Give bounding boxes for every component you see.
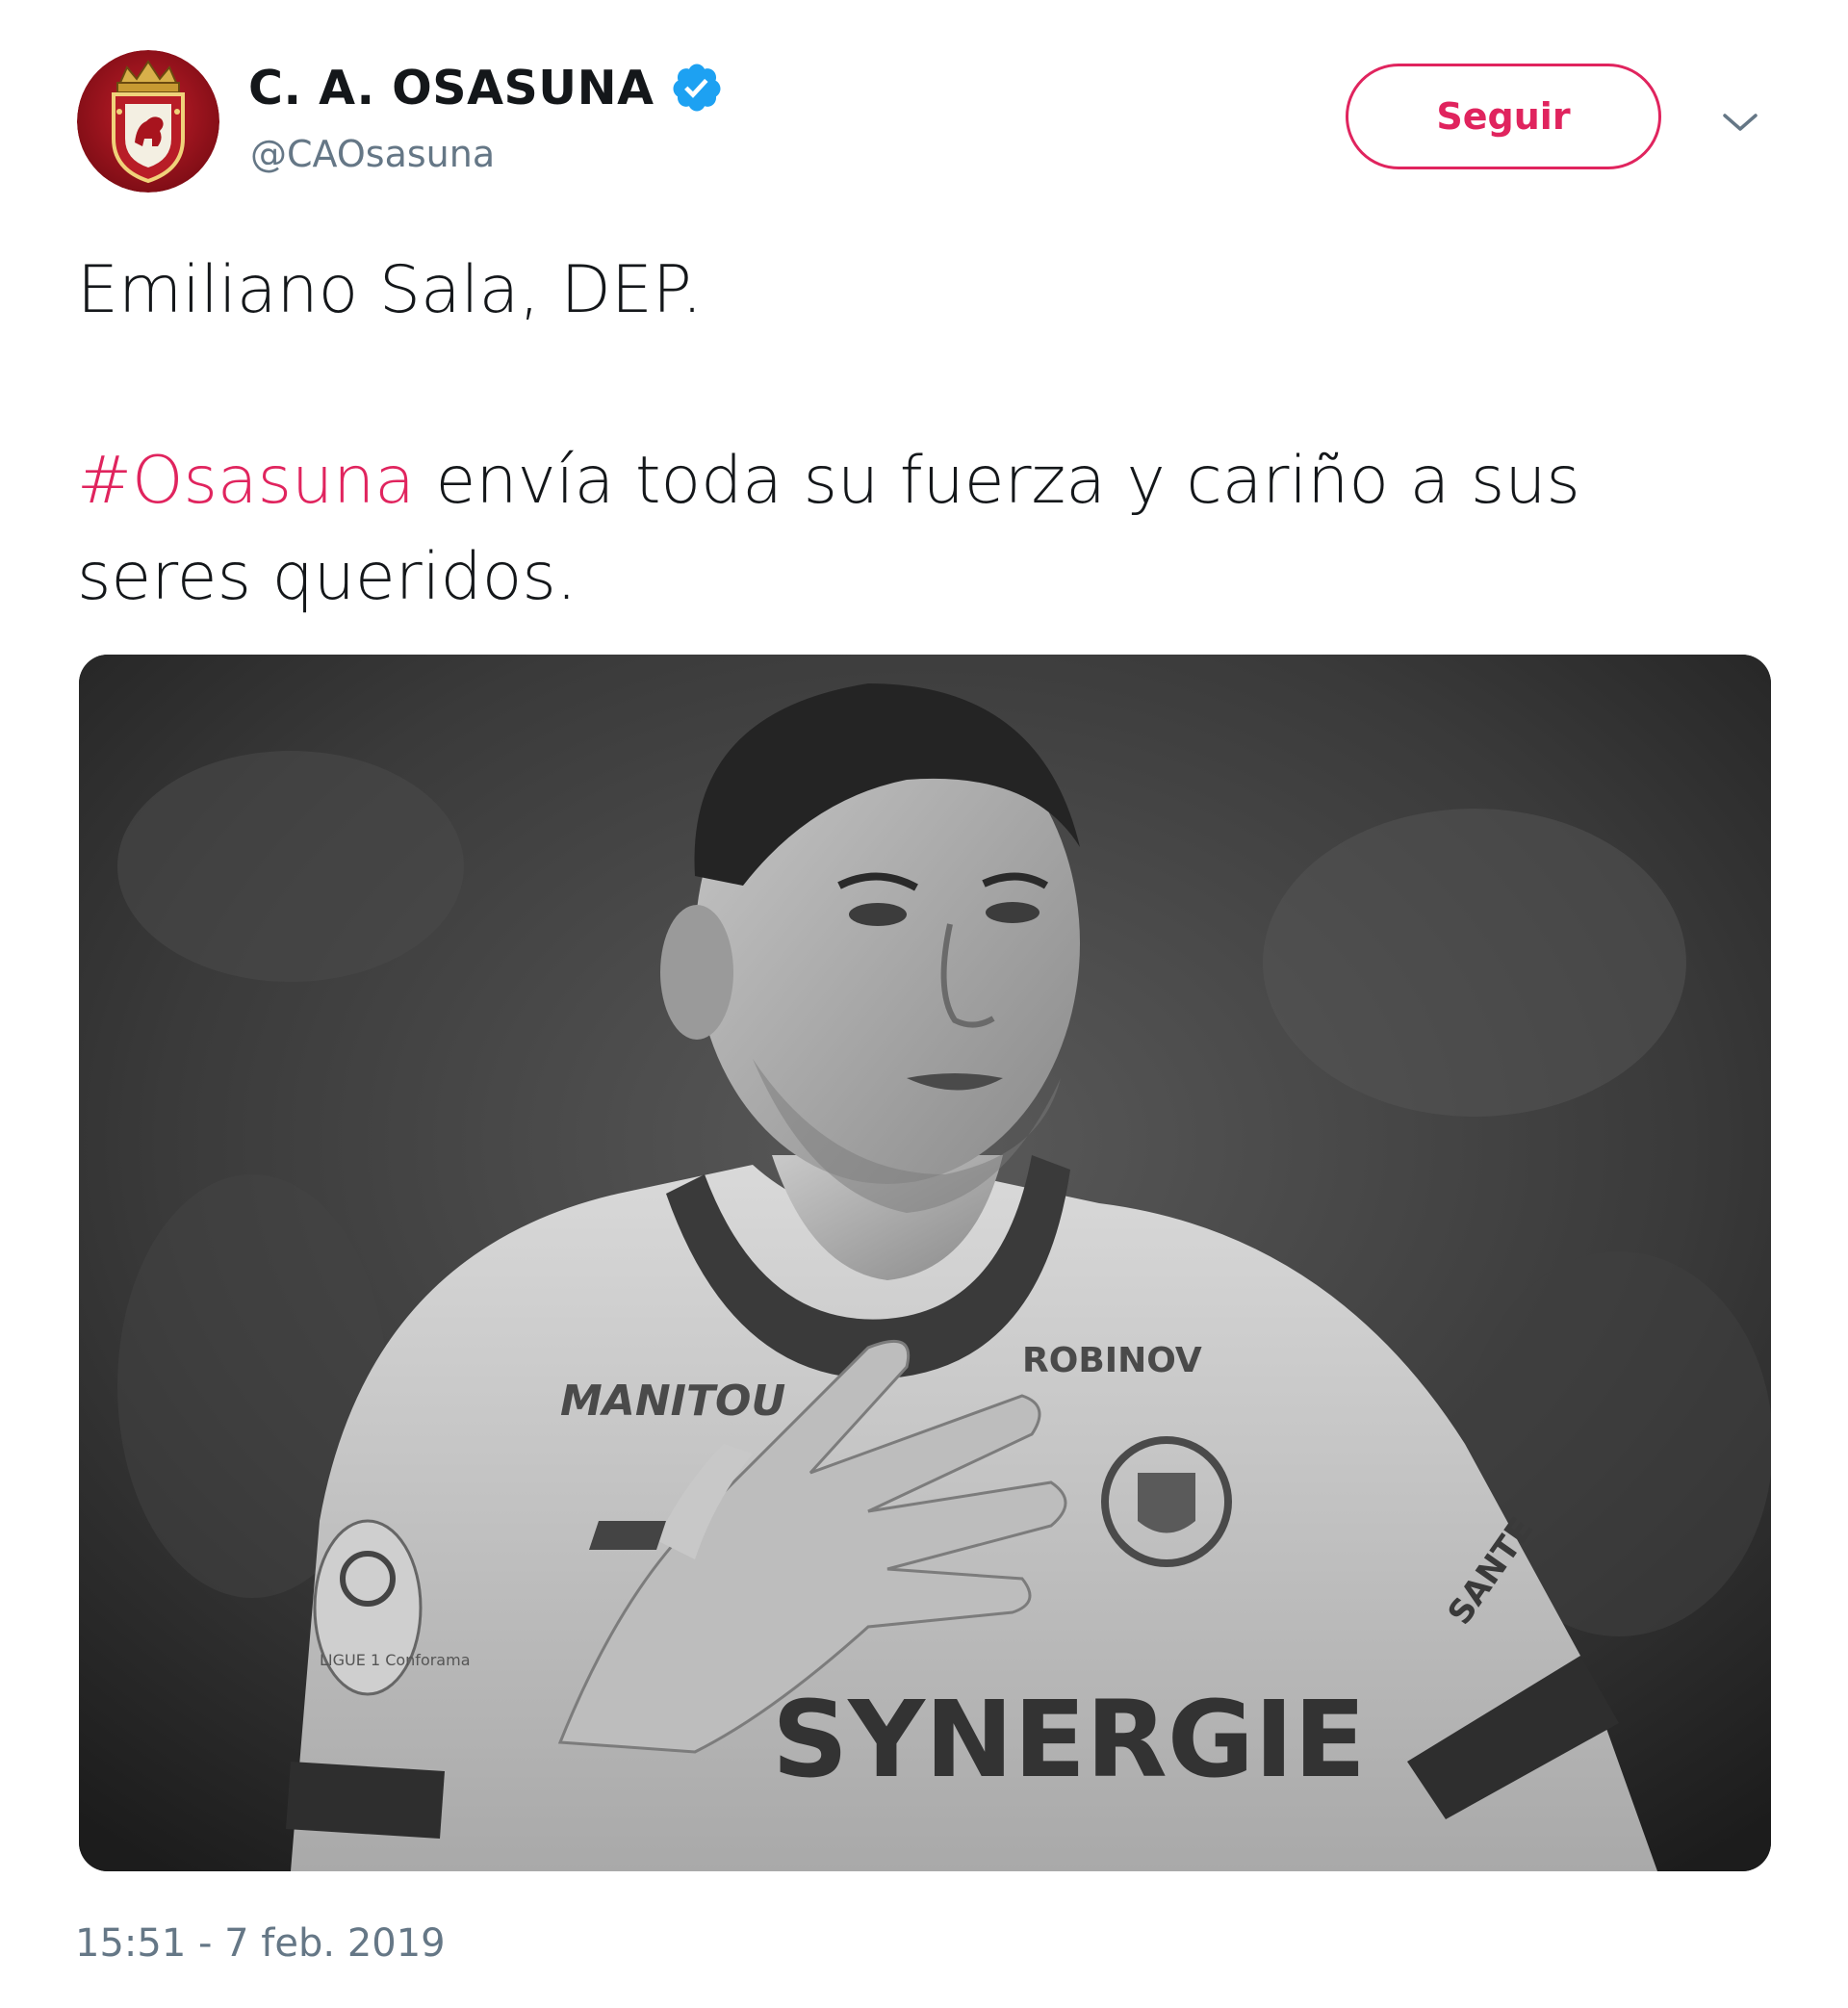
chevron-down-icon[interactable] (1713, 96, 1767, 150)
sleeve-patch-text: LIGUE 1 Conforama (320, 1651, 471, 1669)
account-handle[interactable]: @CAOsasuna (250, 133, 495, 175)
avatar[interactable] (77, 50, 219, 193)
tweet-line-1: Emiliano Sala, DEP. (77, 252, 703, 328)
osasuna-crest-icon (77, 50, 219, 193)
player-photo-image: MANITOU ROBINOV SYNERGIE LIGUE 1 Confora… (79, 655, 1771, 1871)
tweet-timestamp[interactable]: 15:51 - 7 feb. 2019 (75, 1921, 446, 1966)
hashtag-link[interactable]: #Osasuna (77, 443, 415, 519)
tweet-card: C. A. OSASUNA @CAOsasuna Seguir Emiliano… (0, 0, 1848, 2008)
account-name-row[interactable]: C. A. OSASUNA (248, 54, 724, 121)
display-name[interactable]: C. A. OSASUNA (248, 61, 654, 116)
tweet-line-2: #Osasuna envía toda su fuerza y cariño a… (77, 433, 1771, 626)
follow-button[interactable]: Seguir (1346, 64, 1661, 169)
tweet-photo[interactable]: MANITOU ROBINOV SYNERGIE LIGUE 1 Confora… (79, 655, 1771, 1871)
jersey-sponsor2-text: SYNERGIE (772, 1678, 1366, 1801)
jersey-sponsor-text: MANITOU (560, 1377, 785, 1426)
tweet-text: Emiliano Sala, DEP. #Osasuna envía toda … (77, 243, 1771, 626)
jersey-top-right-text: ROBINOV (1022, 1341, 1202, 1380)
verified-badge-icon (670, 61, 724, 115)
